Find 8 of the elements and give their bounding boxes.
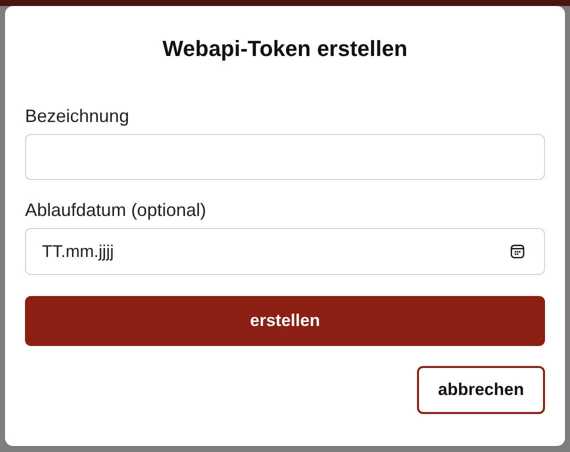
cancel-button[interactable]: abbrechen — [417, 366, 545, 414]
field-label: Ablaufdatum (optional) — [25, 199, 206, 222]
dialog-title: Webapi-Token erstellen — [162, 35, 408, 63]
create-button[interactable]: erstellen — [25, 296, 545, 346]
calendar-icon[interactable] — [510, 244, 525, 259]
name-field[interactable] — [25, 134, 545, 180]
field-label: Bezeichnung — [25, 105, 130, 128]
date-field[interactable]: TT.mm.jjjj — [25, 228, 545, 275]
